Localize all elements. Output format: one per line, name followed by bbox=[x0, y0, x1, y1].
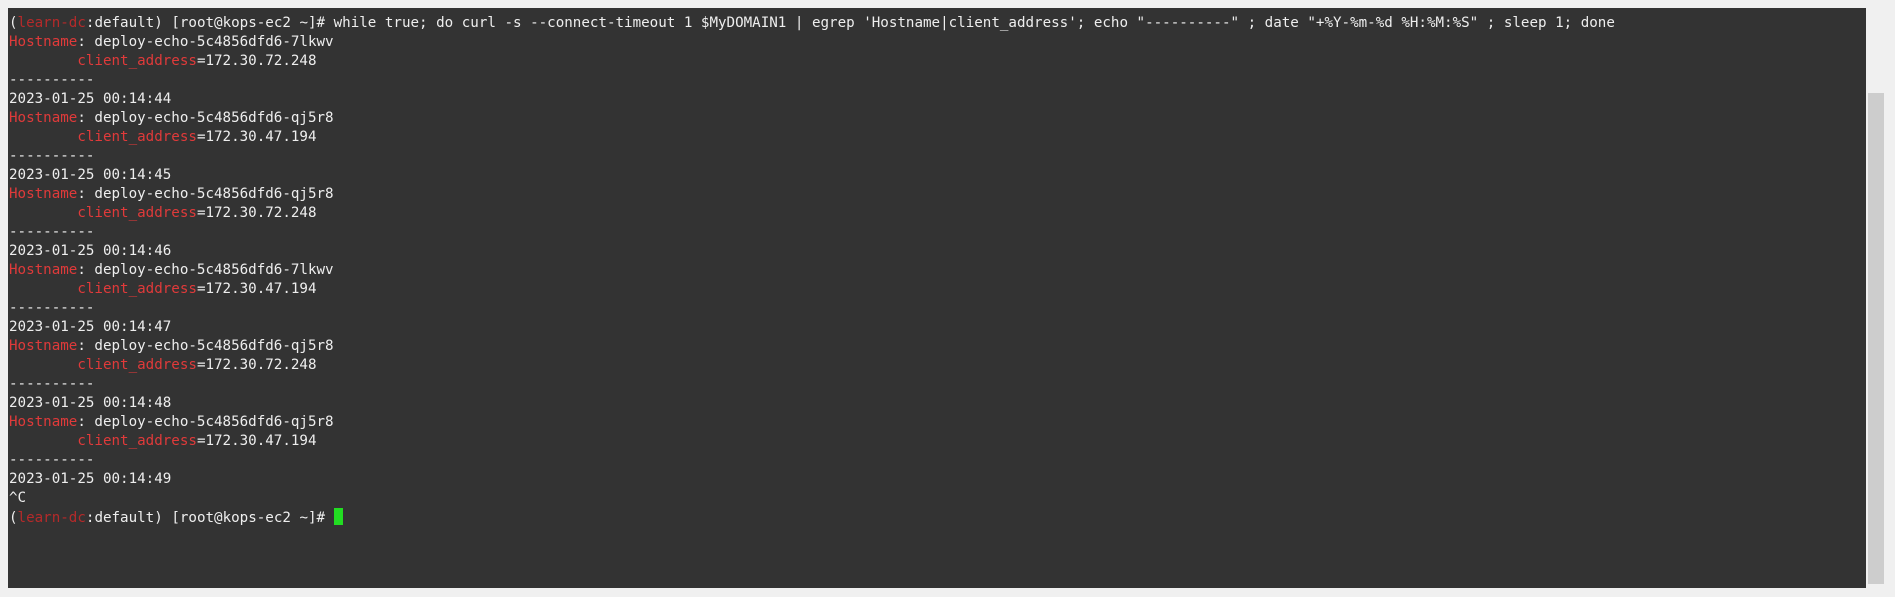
client-address-line: client_address=172.30.72.248 bbox=[9, 204, 1615, 223]
hostname-key: Hostname bbox=[9, 34, 78, 50]
separator-line: ---------- bbox=[9, 72, 95, 88]
hostname-line: Hostname: deploy-echo-5c4856dfd6-7lkwv bbox=[9, 33, 1615, 52]
client-address-line: client_address=172.30.47.194 bbox=[9, 432, 1615, 451]
prompt-context: learn-dc bbox=[17, 15, 86, 31]
client-address-value: =172.30.72.248 bbox=[196, 205, 317, 221]
client-address-line: client_address=172.30.47.194 bbox=[9, 280, 1615, 299]
hostname-line: Hostname: deploy-echo-5c4856dfd6-qj5r8 bbox=[9, 413, 1615, 432]
client-address-key: client_address bbox=[77, 433, 197, 449]
text-cursor[interactable] bbox=[333, 508, 343, 525]
prompt-namespace: default bbox=[94, 15, 155, 31]
client-address-line: client_address=172.30.72.248 bbox=[9, 356, 1615, 375]
prompt-context: learn-dc bbox=[17, 510, 86, 526]
client-address-key: client_address bbox=[77, 205, 197, 221]
client-address-value: =172.30.72.248 bbox=[196, 357, 317, 373]
client-address-key: client_address bbox=[77, 53, 197, 69]
prompt-user-host: [root@kops-ec2 ~]# bbox=[162, 15, 334, 31]
hostname-key: Hostname bbox=[9, 186, 78, 202]
ctrl-c-line: ^C bbox=[9, 490, 27, 506]
hostname-value: : deploy-echo-5c4856dfd6-qj5r8 bbox=[77, 186, 334, 202]
hostname-line: Hostname: deploy-echo-5c4856dfd6-qj5r8 bbox=[9, 185, 1615, 204]
hostname-value: : deploy-echo-5c4856dfd6-7lkwv bbox=[77, 34, 334, 50]
hostname-key: Hostname bbox=[9, 262, 78, 278]
client-address-key: client_address bbox=[77, 357, 197, 373]
prompt-open-paren: ( bbox=[9, 15, 18, 31]
hostname-key: Hostname bbox=[9, 110, 78, 126]
hostname-line: Hostname: deploy-echo-5c4856dfd6-7lkwv bbox=[9, 261, 1615, 280]
timestamp-line: 2023-01-25 00:14:45 bbox=[9, 167, 172, 183]
prompt-close-paren: ) bbox=[154, 15, 163, 31]
prompt-namespace: default bbox=[94, 510, 155, 526]
hostname-value: : deploy-echo-5c4856dfd6-7lkwv bbox=[77, 262, 334, 278]
hostname-key: Hostname bbox=[9, 414, 78, 430]
timestamp-line: 2023-01-25 00:14:49 bbox=[9, 471, 172, 487]
terminal-output: (learn-dc:default) [root@kops-ec2 ~]# wh… bbox=[9, 14, 1615, 527]
vertical-scrollbar[interactable] bbox=[1866, 8, 1887, 588]
client-address-value: =172.30.47.194 bbox=[196, 433, 317, 449]
command-prompt-line: (learn-dc:default) [root@kops-ec2 ~]# wh… bbox=[9, 14, 1615, 33]
separator-line: ---------- bbox=[9, 452, 95, 468]
hostname-value: : deploy-echo-5c4856dfd6-qj5r8 bbox=[77, 338, 334, 354]
terminal-window: (learn-dc:default) [root@kops-ec2 ~]# wh… bbox=[0, 0, 1895, 597]
prompt-close-paren: ) bbox=[154, 510, 163, 526]
scrollbar-thumb[interactable] bbox=[1868, 93, 1884, 584]
separator-line: ---------- bbox=[9, 224, 95, 240]
client-address-key: client_address bbox=[77, 129, 197, 145]
client-address-value: =172.30.47.194 bbox=[196, 281, 317, 297]
timestamp-line: 2023-01-25 00:14:47 bbox=[9, 319, 172, 335]
window-bottom-border bbox=[0, 588, 1895, 597]
timestamp-line: 2023-01-25 00:14:48 bbox=[9, 395, 172, 411]
client-address-key: client_address bbox=[77, 281, 197, 297]
separator-line: ---------- bbox=[9, 148, 95, 164]
hostname-value: : deploy-echo-5c4856dfd6-qj5r8 bbox=[77, 110, 334, 126]
client-address-value: =172.30.47.194 bbox=[196, 129, 317, 145]
client-address-line: client_address=172.30.72.248 bbox=[9, 52, 1615, 71]
prompt-open-paren: ( bbox=[9, 510, 18, 526]
separator-line: ---------- bbox=[9, 376, 95, 392]
hostname-line: Hostname: deploy-echo-5c4856dfd6-qj5r8 bbox=[9, 109, 1615, 128]
prompt-user-host: [root@kops-ec2 ~]# bbox=[162, 510, 334, 526]
scrollbar-track-top[interactable] bbox=[1866, 8, 1887, 88]
hostname-value: : deploy-echo-5c4856dfd6-qj5r8 bbox=[77, 414, 334, 430]
client-address-line: client_address=172.30.47.194 bbox=[9, 128, 1615, 147]
command-text: while true; do curl -s --connect-timeout… bbox=[333, 15, 1615, 31]
terminal-pane[interactable]: (learn-dc:default) [root@kops-ec2 ~]# wh… bbox=[8, 8, 1866, 588]
timestamp-line: 2023-01-25 00:14:44 bbox=[9, 91, 172, 107]
client-address-value: =172.30.72.248 bbox=[196, 53, 317, 69]
hostname-line: Hostname: deploy-echo-5c4856dfd6-qj5r8 bbox=[9, 337, 1615, 356]
hostname-key: Hostname bbox=[9, 338, 78, 354]
final-prompt-line: (learn-dc:default) [root@kops-ec2 ~]# bbox=[9, 508, 1615, 527]
separator-line: ---------- bbox=[9, 300, 95, 316]
timestamp-line: 2023-01-25 00:14:46 bbox=[9, 243, 172, 259]
